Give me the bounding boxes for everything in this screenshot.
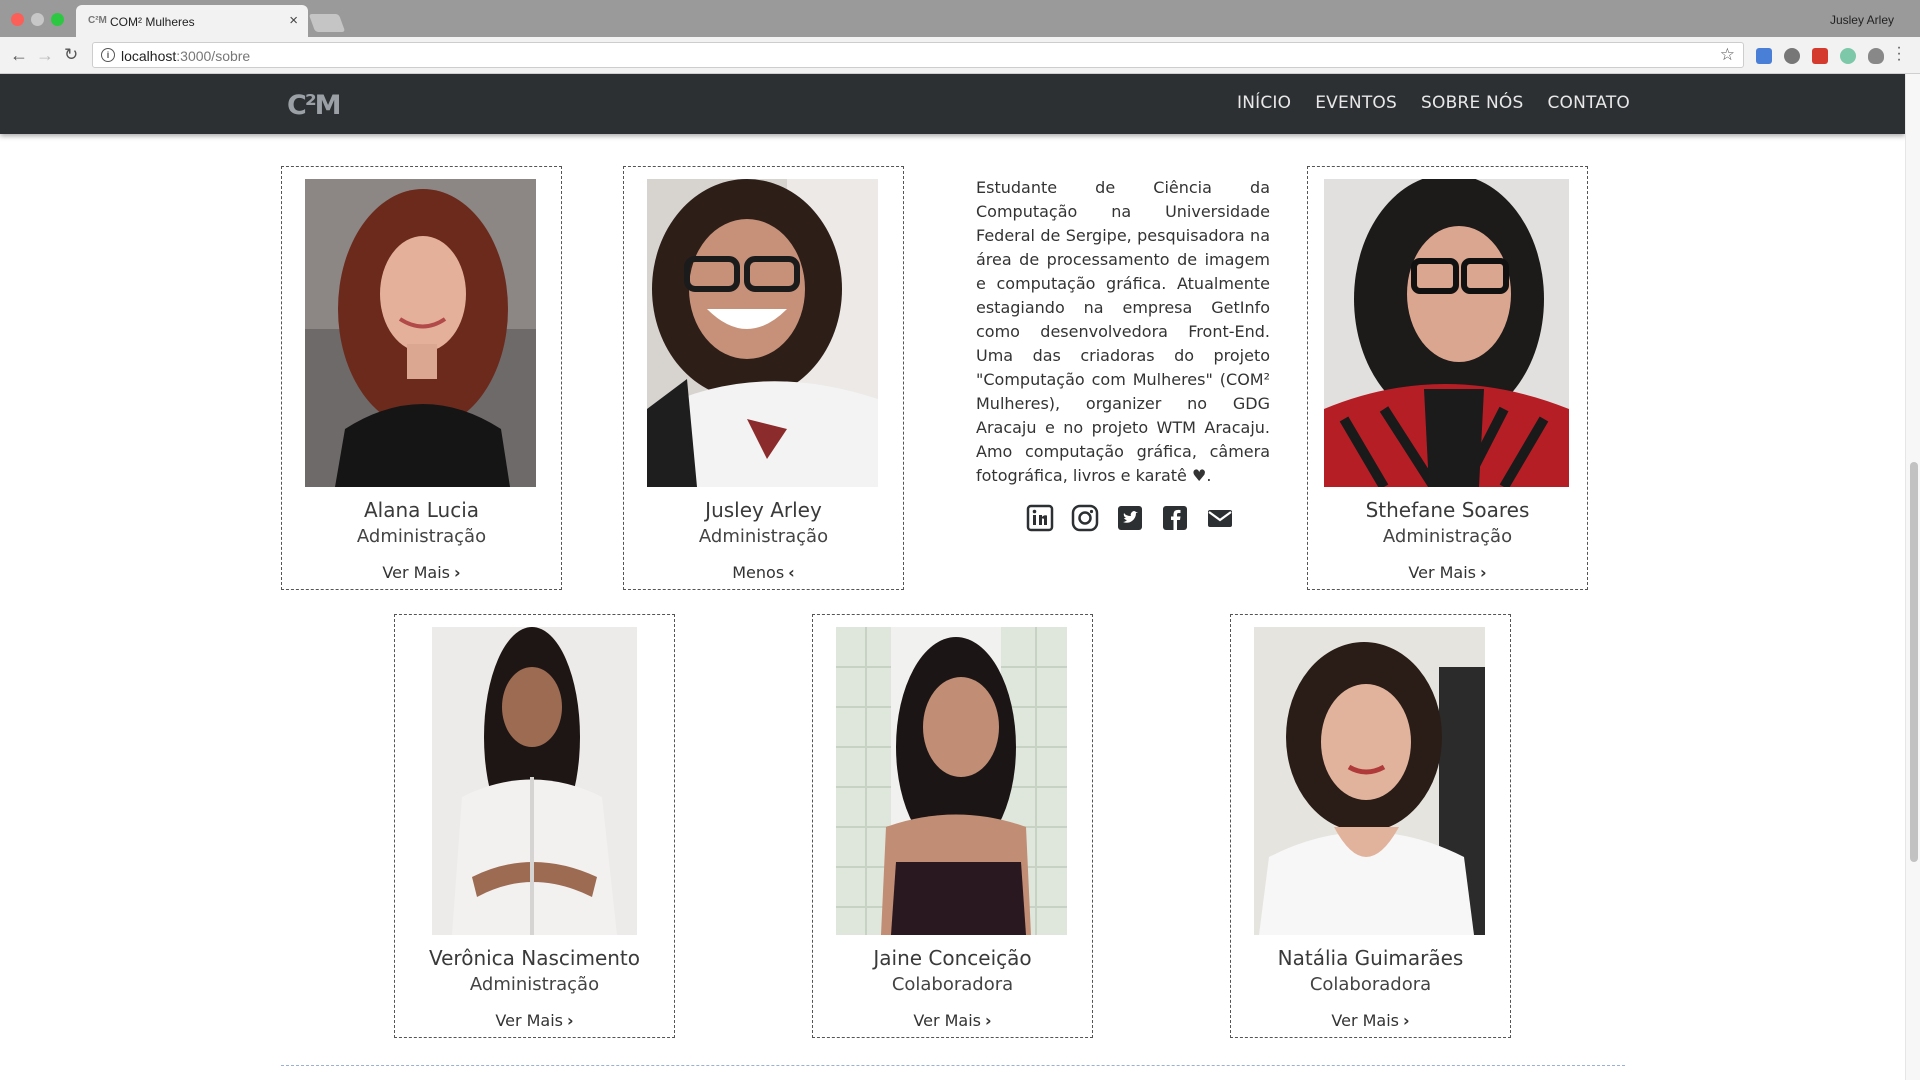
- browser-tab[interactable]: C²M COM² Mulheres ×: [76, 5, 308, 37]
- ver-mais-label: Ver Mais: [1331, 1011, 1399, 1030]
- favicon-icon: C²M: [88, 15, 107, 26]
- member-role: Administração: [356, 526, 487, 547]
- section-divider: [281, 1065, 1625, 1066]
- member-role: Administração: [698, 526, 829, 547]
- member-card: Alana Lucia Administração Ver Mais ›: [281, 166, 562, 590]
- address-bar[interactable]: i localhost:3000/sobre ☆: [92, 42, 1744, 68]
- red-extension-icon[interactable]: [1812, 48, 1828, 64]
- ver-mais-label: Ver Mais: [382, 563, 450, 582]
- translate-extension-icon[interactable]: [1756, 48, 1772, 64]
- member-card: Jaine Conceição Colaboradora Ver Mais ›: [812, 614, 1093, 1038]
- member-card: Natália Guimarães Colaboradora Ver Mais ›: [1230, 614, 1511, 1038]
- url-host: localhost: [121, 48, 177, 64]
- email-icon[interactable]: [1206, 504, 1234, 532]
- chevron-right-icon: ›: [1480, 563, 1487, 582]
- member-name: Jaine Conceição: [873, 946, 1032, 970]
- chevron-right-icon: ›: [985, 1011, 992, 1030]
- browser-menu-icon[interactable]: · · ·: [1896, 40, 1902, 68]
- site-navbar: C²M INÍCIO EVENTOS SOBRE NÓS CONTATO: [0, 74, 1905, 134]
- menos-link[interactable]: Menos ‹: [624, 563, 903, 582]
- url-text[interactable]: localhost:3000/sobre: [121, 48, 250, 64]
- page-scrollbar[interactable]: [1905, 74, 1920, 1080]
- linkedin-icon[interactable]: [1026, 504, 1054, 532]
- zoom-window-button[interactable]: [51, 13, 64, 26]
- ver-mais-link[interactable]: Ver Mais ›: [1308, 563, 1587, 582]
- ver-mais-label: Ver Mais: [1408, 563, 1476, 582]
- chevron-right-icon: ›: [454, 563, 461, 582]
- profile-name[interactable]: Jusley Arley: [1830, 13, 1894, 27]
- ver-mais-label: Ver Mais: [495, 1011, 563, 1030]
- member-name: Natália Guimarães: [1277, 946, 1464, 970]
- member-photo: [836, 627, 1067, 935]
- new-tab-button[interactable]: [308, 14, 346, 32]
- member-name: Verônica Nascimento: [428, 946, 641, 970]
- nav-link-sobre[interactable]: SOBRE NÓS: [1421, 93, 1523, 113]
- nav-link-eventos[interactable]: EVENTOS: [1315, 93, 1397, 113]
- member-photo: [432, 627, 637, 935]
- green-extension-icon[interactable]: [1840, 48, 1856, 64]
- social-links: [1026, 504, 1234, 532]
- bookmark-star-icon[interactable]: ☆: [1720, 45, 1735, 65]
- page-viewport: C²M INÍCIO EVENTOS SOBRE NÓS CONTATO Ala…: [0, 74, 1905, 1080]
- chevron-right-icon: ›: [567, 1011, 574, 1030]
- tab-title: COM² Mulheres: [110, 15, 195, 29]
- member-role: Administração: [469, 974, 600, 995]
- menos-label: Menos: [732, 563, 785, 582]
- member-photo: [1254, 627, 1485, 935]
- ver-mais-link[interactable]: Ver Mais ›: [282, 563, 561, 582]
- reload-icon[interactable]: ↻: [64, 45, 78, 65]
- browser-titlebar: C²M COM² Mulheres × Jusley Arley: [0, 0, 1920, 37]
- member-card: Sthefane Soares Administração Ver Mais ›: [1307, 166, 1588, 590]
- member-bio: Estudante de Ciência da Computação na Un…: [976, 178, 1270, 485]
- member-role: Colaboradora: [891, 974, 1014, 995]
- url-path: :3000/sobre: [176, 48, 251, 64]
- member-photo: [1324, 179, 1569, 487]
- back-arrow-icon[interactable]: ←: [10, 45, 28, 65]
- facebook-icon[interactable]: [1161, 504, 1189, 532]
- member-role: Colaboradora: [1309, 974, 1432, 995]
- instagram-icon[interactable]: [1071, 504, 1099, 532]
- member-name: Jusley Arley: [705, 498, 822, 522]
- member-card: Jusley Arley Administração Menos ‹: [623, 166, 904, 590]
- main-nav: INÍCIO EVENTOS SOBRE NÓS CONTATO: [1237, 93, 1630, 113]
- nav-link-contato[interactable]: CONTATO: [1547, 93, 1630, 113]
- ver-mais-link[interactable]: Ver Mais ›: [395, 1011, 674, 1030]
- member-card: Verônica Nascimento Administração Ver Ma…: [394, 614, 675, 1038]
- twitter-icon[interactable]: [1116, 504, 1144, 532]
- site-logo[interactable]: C²M: [287, 90, 341, 121]
- member-name: Alana Lucia: [363, 498, 480, 522]
- forward-arrow-icon[interactable]: →: [36, 45, 54, 65]
- ver-mais-link[interactable]: Ver Mais ›: [1231, 1011, 1510, 1030]
- member-name: Sthefane Soares: [1365, 498, 1530, 522]
- chevron-left-icon: ‹: [788, 563, 795, 582]
- ver-mais-link[interactable]: Ver Mais ›: [813, 1011, 1092, 1030]
- browser-toolbar: ← → ↻ i localhost:3000/sobre ☆ · · ·: [0, 37, 1920, 74]
- member-photo: [647, 179, 878, 487]
- chevron-right-icon: ›: [1403, 1011, 1410, 1030]
- member-role: Administração: [1382, 526, 1513, 547]
- scrollbar-thumb[interactable]: [1910, 462, 1918, 862]
- bug-extension-icon[interactable]: [1868, 48, 1884, 64]
- close-window-button[interactable]: [11, 13, 24, 26]
- nav-link-inicio[interactable]: INÍCIO: [1237, 93, 1291, 113]
- info-icon[interactable]: i: [101, 48, 115, 62]
- member-photo: [305, 179, 536, 487]
- minimize-window-button[interactable]: [31, 13, 44, 26]
- ver-mais-label: Ver Mais: [913, 1011, 981, 1030]
- globe-extension-icon[interactable]: [1784, 48, 1800, 64]
- tab-close-icon[interactable]: ×: [289, 12, 298, 29]
